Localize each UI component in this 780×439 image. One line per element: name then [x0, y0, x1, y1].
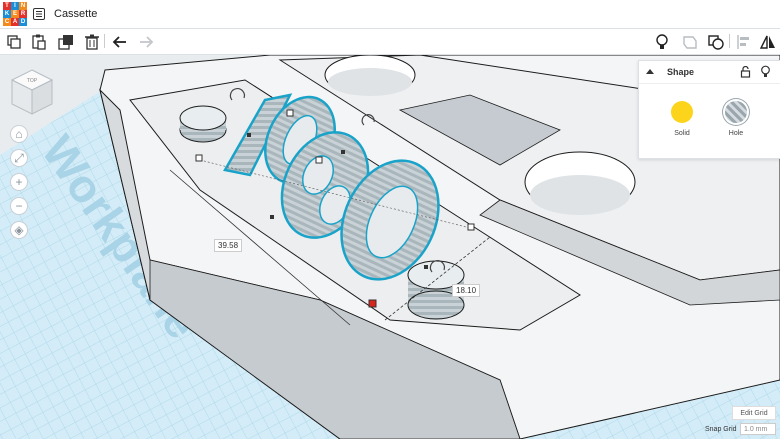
active-resize-handle[interactable]: [368, 299, 377, 308]
align-icon[interactable]: [735, 33, 753, 51]
design-menu-icon[interactable]: [33, 8, 45, 20]
light-bulb-icon[interactable]: [760, 65, 771, 78]
redo-icon[interactable]: [137, 33, 155, 51]
delete-icon[interactable]: [83, 33, 101, 51]
view-cube-top-label: TOP: [27, 78, 38, 84]
snap-grid-select[interactable]: 1.0 mm: [740, 423, 776, 435]
length-dimension-label[interactable]: 39.58: [214, 239, 243, 252]
panel-header: Shape: [639, 61, 780, 84]
copy-icon[interactable]: [5, 33, 23, 51]
hole-button[interactable]: [725, 101, 747, 123]
toolbar: [0, 29, 780, 55]
logo-letter: D: [19, 18, 27, 26]
resize-handle[interactable]: [286, 109, 294, 117]
logo-letter: C: [3, 18, 11, 26]
top-bar: T I N K E R C A D Cassette: [0, 0, 780, 29]
home-view-button[interactable]: ⌂: [10, 125, 28, 143]
width-dimension-label[interactable]: 18.10: [452, 284, 481, 297]
panel-title: Shape: [667, 67, 695, 77]
toolbar-divider: [104, 34, 105, 48]
edge-handle[interactable]: [424, 265, 428, 269]
logo-letter: A: [11, 18, 19, 26]
logo-letter: E: [11, 10, 19, 18]
lock-icon[interactable]: [740, 66, 751, 78]
edge-handle[interactable]: [270, 215, 274, 219]
light-bulb-icon[interactable]: [653, 33, 671, 51]
snap-grid-label: Snap Grid: [705, 426, 737, 433]
logo-letter: I: [11, 2, 19, 10]
logo-letter: R: [19, 10, 27, 18]
view-cube[interactable]: TOP: [10, 68, 54, 120]
logo-letter: N: [19, 2, 27, 10]
ungroup-icon[interactable]: [707, 33, 725, 51]
perspective-button[interactable]: ◈: [10, 221, 28, 239]
edge-handle[interactable]: [247, 133, 251, 137]
collapse-icon[interactable]: [646, 69, 654, 74]
toolbar-divider: [729, 34, 730, 48]
edge-handle[interactable]: [341, 150, 345, 154]
zoom-out-button[interactable]: −: [10, 197, 28, 215]
resize-handle[interactable]: [315, 156, 323, 164]
logo-letter: K: [3, 10, 11, 18]
zoom-in-button[interactable]: +: [10, 173, 28, 191]
fit-view-button[interactable]: ⤢: [10, 149, 28, 167]
edit-grid-button[interactable]: Edit Grid: [732, 406, 776, 420]
paste-icon[interactable]: [30, 33, 48, 51]
shape-inspector-panel: Shape Solid Hole: [638, 60, 780, 159]
solid-label: Solid: [674, 130, 690, 137]
document-title[interactable]: Cassette: [54, 8, 97, 20]
solid-button[interactable]: [671, 101, 693, 123]
resize-handle[interactable]: [467, 223, 475, 231]
mirror-icon[interactable]: [759, 33, 777, 51]
tinkercad-logo[interactable]: T I N K E R C A D: [3, 2, 27, 26]
group-icon[interactable]: [681, 33, 699, 51]
undo-icon[interactable]: [111, 33, 129, 51]
logo-letter: T: [3, 2, 11, 10]
resize-handle[interactable]: [195, 154, 203, 162]
duplicate-icon[interactable]: [57, 33, 75, 51]
hole-label: Hole: [728, 130, 744, 137]
